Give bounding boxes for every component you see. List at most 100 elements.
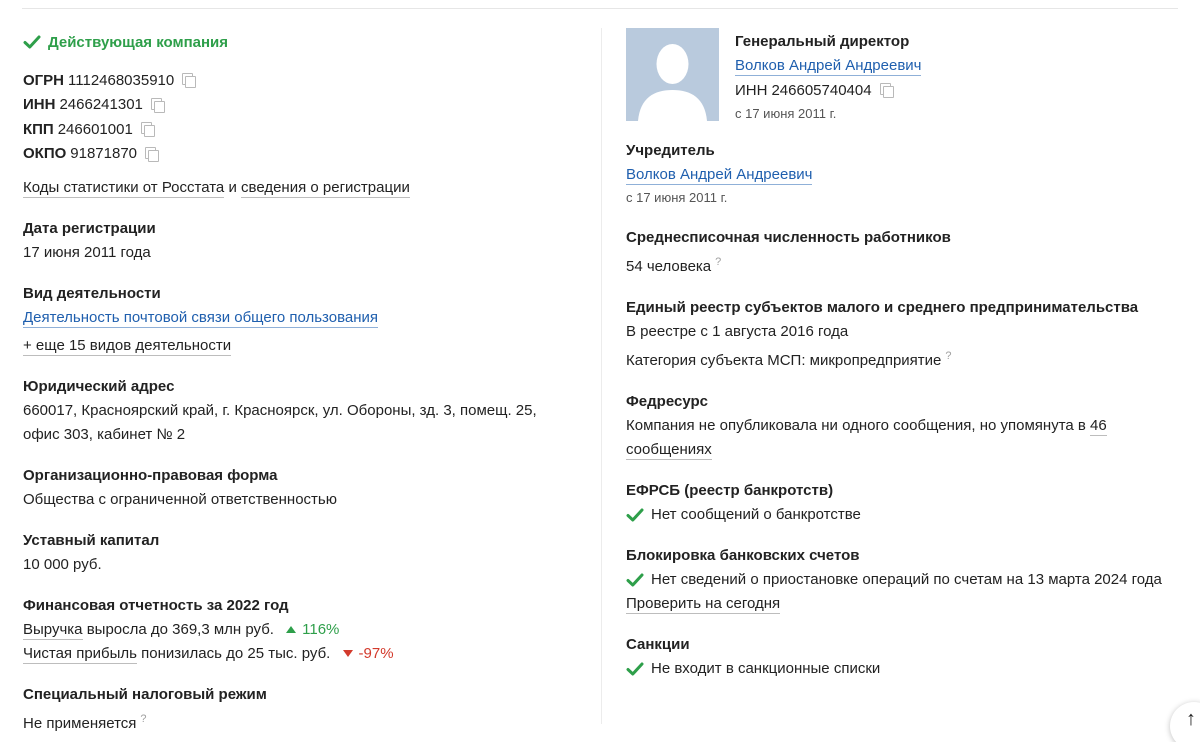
registration-value: 17 июня 2011 года xyxy=(23,244,151,261)
arrow-up-icon xyxy=(286,625,297,633)
legal-form-value: Общества с ограниченной ответственностью xyxy=(23,491,337,508)
code-kpp: КПП 246601001 xyxy=(23,117,583,142)
help-icon[interactable]: ? xyxy=(945,350,951,362)
fedresurs-text: Компания не опубликовала ни одного сообщ… xyxy=(626,416,1086,434)
address-label: Юридический адрес xyxy=(23,378,175,395)
code-label: КПП xyxy=(23,120,54,138)
capital-label: Уставный капитал xyxy=(23,532,160,549)
founder-label: Учредитель xyxy=(626,141,715,159)
finance-label: Финансовая отчетность за 2022 год xyxy=(23,597,289,614)
director-inn-value: 246605740404 xyxy=(771,81,872,99)
director-inn-label: ИНН xyxy=(735,81,768,99)
profit-row: Чистая прибыль понизилась до 25 тыс. руб… xyxy=(23,642,583,666)
founder-block: Учредитель Волков Андрей Андреевич с 17 … xyxy=(626,139,1196,209)
revenue-text: выросла до 369,3 млн руб. xyxy=(86,621,274,638)
msp-line2: Категория субъекта МСП: микропредприятие xyxy=(626,351,942,369)
fedresurs-block: Федресурс Компания не опубликовала ни од… xyxy=(626,390,1196,462)
code-value: 246601001 xyxy=(57,120,133,138)
arrow-up-icon: ↑ xyxy=(1186,708,1196,730)
activity-block: Вид деятельности Деятельность почтовой с… xyxy=(23,282,583,358)
check-icon xyxy=(626,572,644,588)
tax-label: Специальный налоговый режим xyxy=(23,686,267,703)
left-column: Действующая компания ОГРН 1112468035910 … xyxy=(23,30,583,736)
msp-line1: В реестре с 1 августа 2016 года xyxy=(626,322,849,340)
copy-icon[interactable] xyxy=(879,83,894,99)
address-line1: 660017, Красноярский край, г. Красноярск… xyxy=(23,402,537,419)
column-divider xyxy=(601,28,602,724)
rosstat-and: и xyxy=(228,179,237,196)
sanctions-value: Не входит в санкционные списки xyxy=(651,659,881,677)
top-divider xyxy=(22,8,1178,9)
revenue-row: Выручка выросла до 369,3 млн руб. 116% xyxy=(23,618,583,642)
msp-label: Единый реестр субъектов малого и среднег… xyxy=(626,298,1139,316)
profit-link[interactable]: Чистая прибыль xyxy=(23,645,137,664)
founder-name-link[interactable]: Волков Андрей Андреевич xyxy=(626,165,813,185)
help-icon[interactable]: ? xyxy=(140,713,146,725)
code-inn: ИНН 2466241301 xyxy=(23,93,583,118)
code-value: 91871870 xyxy=(70,145,138,163)
codes-list: ОГРН 1112468035910 ИНН 2466241301 КПП 24… xyxy=(23,68,583,166)
copy-icon[interactable] xyxy=(150,97,165,113)
capital-block: Уставный капитал 10 000 руб. xyxy=(23,529,583,577)
copy-icon[interactable] xyxy=(145,146,160,162)
finance-block: Финансовая отчетность за 2022 год Выручк… xyxy=(23,594,583,666)
sanctions-label: Санкции xyxy=(626,635,690,653)
check-icon xyxy=(23,34,41,50)
tax-block: Специальный налоговый режим Не применяет… xyxy=(23,683,583,736)
check-icon xyxy=(626,507,644,523)
sanctions-block: Санкции Не входит в санкционные списки xyxy=(626,633,1196,681)
arrow-down-icon xyxy=(342,649,353,657)
capital-value: 10 000 руб. xyxy=(23,556,102,573)
legal-form-block: Организационно-правовая форма Общества с… xyxy=(23,464,583,512)
efrsb-label: ЕФРСБ (реестр банкротств) xyxy=(626,481,834,499)
activity-label: Вид деятельности xyxy=(23,285,161,302)
efrsb-block: ЕФРСБ (реестр банкротств) Нет сообщений … xyxy=(626,479,1196,527)
director-info: Генеральный директор Волков Андрей Андре… xyxy=(735,28,922,125)
msp-block: Единый реестр субъектов малого и среднег… xyxy=(626,296,1196,373)
company-status: Действующая компания xyxy=(23,30,583,54)
rosstat-row: Коды статистики от Росстата и сведения о… xyxy=(23,176,583,200)
director-name-link[interactable]: Волков Андрей Андреевич xyxy=(735,57,922,76)
blocking-value: Нет сведений о приостановке операций по … xyxy=(651,570,1162,588)
scroll-up-button[interactable]: ↑ xyxy=(1170,702,1200,742)
status-text: Действующая компания xyxy=(48,33,229,51)
blocking-label: Блокировка банковских счетов xyxy=(626,546,860,564)
tax-value: Не применяется xyxy=(23,715,137,732)
copy-icon[interactable] xyxy=(140,122,155,138)
registration-label: Дата регистрации xyxy=(23,220,156,237)
copy-icon[interactable] xyxy=(182,73,197,89)
profit-change: -97% xyxy=(358,645,394,662)
efrsb-value: Нет сообщений о банкротстве xyxy=(651,505,861,523)
director-role: Генеральный директор xyxy=(735,33,910,50)
employees-value: 54 человека xyxy=(626,257,712,275)
code-label: ИНН xyxy=(23,96,56,114)
registration-info-link[interactable]: сведения о регистрации xyxy=(241,179,410,198)
revenue-link[interactable]: Выручка xyxy=(23,621,83,640)
code-value: 2466241301 xyxy=(59,96,143,114)
check-icon xyxy=(626,661,644,677)
activity-more-link[interactable]: + еще 15 видов деятельности xyxy=(23,337,232,356)
code-value: 1112468035910 xyxy=(68,71,175,89)
founder-since: с 17 июня 2011 г. xyxy=(626,189,728,205)
right-column: Генеральный директор Волков Андрей Андре… xyxy=(626,28,1196,681)
registration-date-block: Дата регистрации 17 июня 2011 года xyxy=(23,217,583,265)
legal-form-label: Организационно-правовая форма xyxy=(23,467,278,484)
director-since: с 17 июня 2011 г. xyxy=(735,105,837,121)
director-inn: ИНН 246605740404 xyxy=(735,78,921,103)
profit-text: понизилась до 25 тыс. руб. xyxy=(141,645,331,662)
code-ogrn: ОГРН 1112468035910 xyxy=(23,68,583,93)
check-today-link[interactable]: Проверить на сегодня xyxy=(626,594,781,614)
code-label: ОКПО xyxy=(23,145,67,163)
employees-label: Среднесписочная численность работников xyxy=(626,228,951,246)
rosstat-codes-link[interactable]: Коды статистики от Росстата xyxy=(23,179,225,198)
code-okpo: ОКПО 91871870 xyxy=(23,142,583,167)
employees-block: Среднесписочная численность работников 5… xyxy=(626,226,1196,279)
avatar-placeholder-icon xyxy=(626,28,719,121)
address-block: Юридический адрес 660017, Красноярский к… xyxy=(23,375,583,447)
code-label: ОГРН xyxy=(23,71,65,89)
revenue-change: 116% xyxy=(302,621,340,638)
activity-main-link[interactable]: Деятельность почтовой связи общего польз… xyxy=(23,309,379,328)
address-line2: офис 303, кабинет № 2 xyxy=(23,426,186,443)
help-icon[interactable]: ? xyxy=(715,256,721,268)
director-card: Генеральный директор Волков Андрей Андре… xyxy=(626,28,1196,125)
